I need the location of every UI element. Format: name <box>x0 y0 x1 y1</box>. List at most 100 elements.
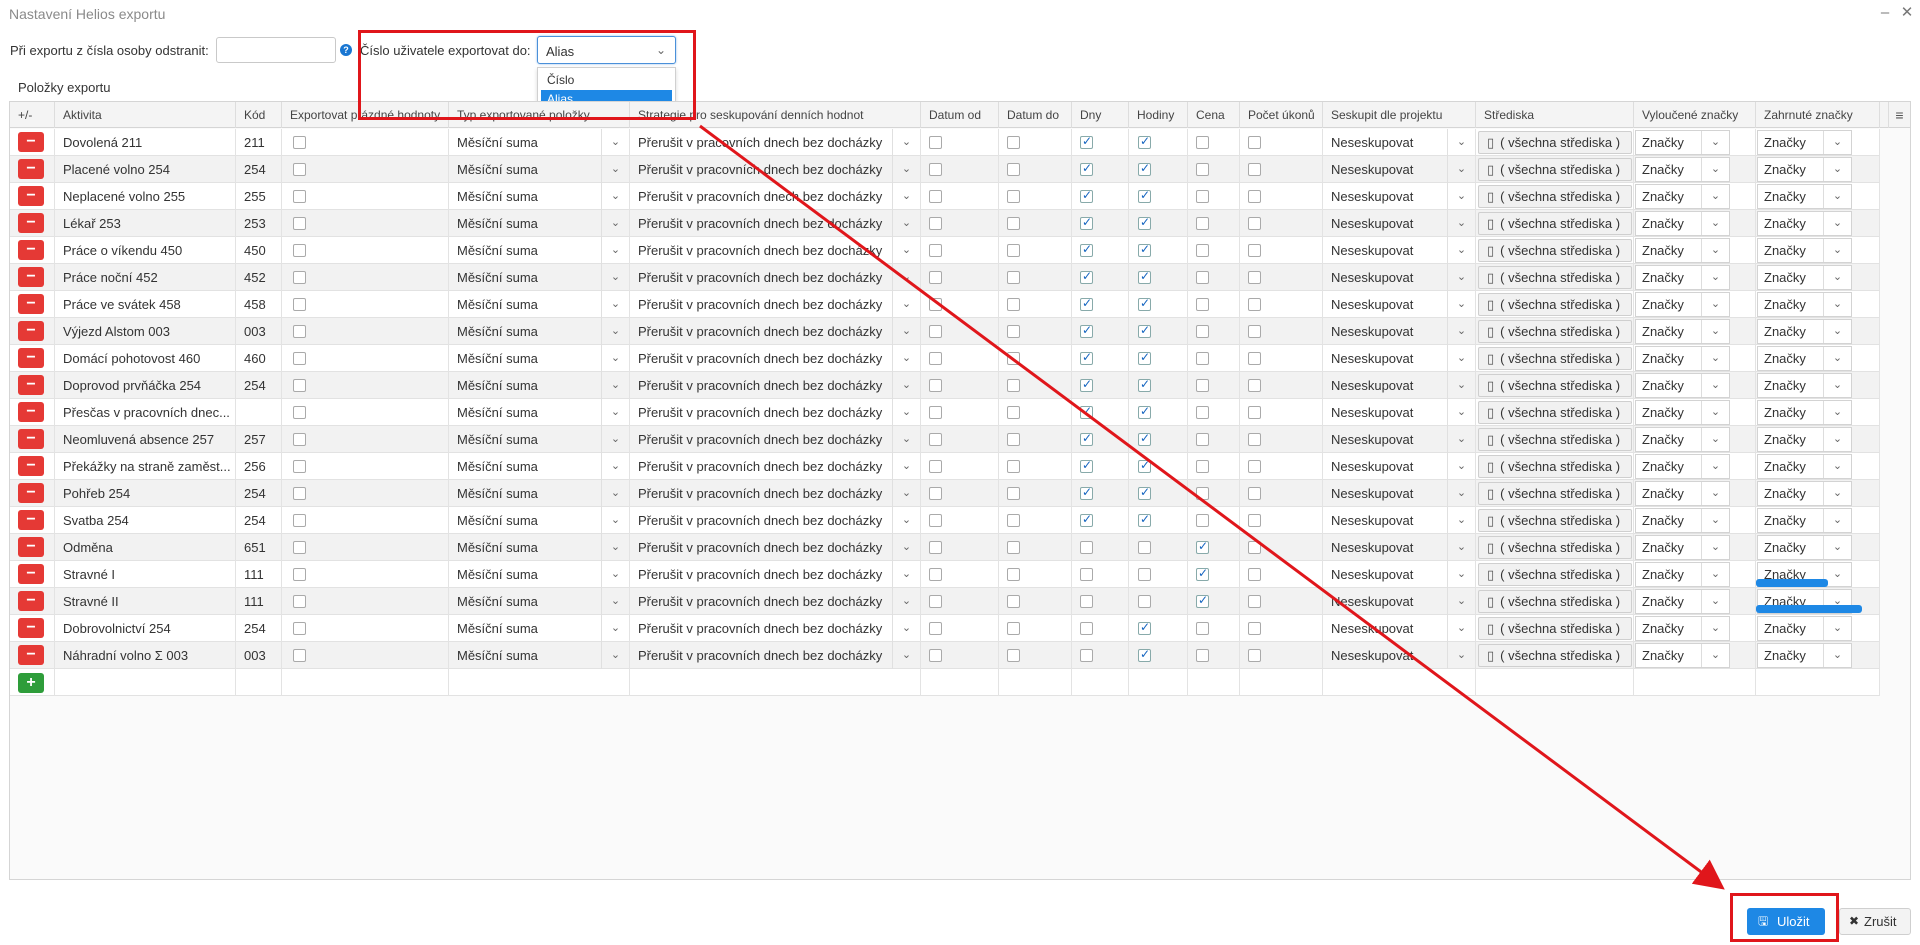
dny-checkbox[interactable] <box>1080 404 1093 419</box>
vyloucene-select[interactable]: Značky ⌄ <box>1635 481 1730 506</box>
delete-row-button[interactable]: − <box>18 375 44 395</box>
help-icon[interactable]: ? <box>340 44 352 56</box>
seskupit-select[interactable]: Neseskupovat ⌄ <box>1323 156 1476 183</box>
dny-checkbox[interactable] <box>1080 296 1093 311</box>
pocet-checkbox[interactable] <box>1248 298 1261 311</box>
delete-row-button[interactable]: − <box>18 159 44 179</box>
kod-cell[interactable]: 003 <box>236 642 282 669</box>
kod-cell[interactable] <box>236 399 282 426</box>
strediska-button[interactable]: ▯( všechna střediska ) <box>1478 563 1632 586</box>
datum-od-checkbox[interactable] <box>929 487 942 500</box>
datum-od-checkbox[interactable] <box>929 460 942 473</box>
dny-checkbox[interactable] <box>1080 188 1093 203</box>
strategie-select[interactable]: Přerušit v pracovních dnech bez docházky… <box>630 642 921 669</box>
datum-do-checkbox[interactable] <box>1007 487 1020 500</box>
seskupit-select[interactable]: Neseskupovat ⌄ <box>1323 480 1476 507</box>
dny-checkbox[interactable] <box>1080 323 1093 338</box>
strediska-button[interactable]: ▯( všechna střediska ) <box>1478 617 1632 640</box>
datum-od-checkbox[interactable] <box>929 433 942 446</box>
pocet-checkbox[interactable] <box>1248 136 1261 149</box>
vyloucene-select[interactable]: Značky ⌄ <box>1635 643 1730 668</box>
pocet-checkbox[interactable] <box>1248 649 1261 662</box>
hodiny-checkbox[interactable] <box>1138 242 1151 257</box>
datum-do-checkbox[interactable] <box>1007 514 1020 527</box>
cena-checkbox[interactable] <box>1196 271 1209 284</box>
pocet-checkbox[interactable] <box>1248 622 1261 635</box>
cena-checkbox[interactable] <box>1196 352 1209 365</box>
cena-checkbox[interactable] <box>1196 622 1209 635</box>
delete-row-button[interactable]: − <box>18 591 44 611</box>
cena-checkbox[interactable] <box>1196 487 1209 500</box>
zahrnute-select[interactable]: Značky ⌄ <box>1757 184 1852 209</box>
dny-checkbox[interactable] <box>1080 622 1093 635</box>
delete-row-button[interactable]: − <box>18 402 44 422</box>
kod-cell[interactable]: 255 <box>236 183 282 210</box>
typ-select[interactable]: Měsíční suma ⌄ <box>449 507 630 534</box>
delete-row-button[interactable]: − <box>18 321 44 341</box>
seskupit-select[interactable]: Neseskupovat ⌄ <box>1323 642 1476 669</box>
col-prazdne[interactable]: Exportovat prázdné hodnoty <box>282 102 449 128</box>
prazdne-checkbox[interactable] <box>293 325 306 338</box>
zahrnute-select[interactable]: Značky ⌄ <box>1757 238 1852 263</box>
col-datum-do[interactable]: Datum do <box>999 102 1072 128</box>
export-user-select[interactable]: Alias ⌄ <box>537 36 676 64</box>
delete-row-button[interactable]: − <box>18 483 44 503</box>
prazdne-checkbox[interactable] <box>293 622 306 635</box>
datum-od-checkbox[interactable] <box>929 163 942 176</box>
col-strategie[interactable]: Strategie pro seskupování denních hodnot <box>630 102 921 128</box>
datum-od-checkbox[interactable] <box>929 217 942 230</box>
hodiny-checkbox[interactable] <box>1138 269 1151 284</box>
datum-od-checkbox[interactable] <box>929 649 942 662</box>
typ-select[interactable]: Měsíční suma ⌄ <box>449 237 630 264</box>
typ-select[interactable]: Měsíční suma ⌄ <box>449 291 630 318</box>
typ-select[interactable]: Měsíční suma ⌄ <box>449 642 630 669</box>
kod-cell[interactable]: 450 <box>236 237 282 264</box>
datum-do-checkbox[interactable] <box>1007 379 1020 392</box>
dny-checkbox[interactable] <box>1080 431 1093 446</box>
datum-do-checkbox[interactable] <box>1007 649 1020 662</box>
aktivita-cell[interactable]: Neomluvená absence 257 <box>55 426 236 453</box>
seskupit-select[interactable]: Neseskupovat ⌄ <box>1323 615 1476 642</box>
vyloucene-select[interactable]: Značky ⌄ <box>1635 319 1730 344</box>
strediska-button[interactable]: ▯( všechna střediska ) <box>1478 509 1632 532</box>
dny-checkbox[interactable] <box>1080 134 1093 149</box>
dny-checkbox[interactable] <box>1080 649 1093 662</box>
typ-select[interactable]: Měsíční suma ⌄ <box>449 480 630 507</box>
hodiny-checkbox[interactable] <box>1138 458 1151 473</box>
pocet-checkbox[interactable] <box>1248 460 1261 473</box>
typ-select[interactable]: Měsíční suma ⌄ <box>449 129 630 156</box>
delete-row-button[interactable]: − <box>18 213 44 233</box>
strediska-button[interactable]: ▯( všechna střediska ) <box>1478 428 1632 451</box>
typ-select[interactable]: Měsíční suma ⌄ <box>449 345 630 372</box>
hodiny-checkbox[interactable] <box>1138 568 1151 581</box>
datum-do-checkbox[interactable] <box>1007 190 1020 203</box>
cancel-button[interactable]: ✖ Zrušit <box>1839 908 1911 935</box>
delete-row-button[interactable]: − <box>18 618 44 638</box>
datum-od-checkbox[interactable] <box>929 244 942 257</box>
seskupit-select[interactable]: Neseskupovat ⌄ <box>1323 372 1476 399</box>
typ-select[interactable]: Měsíční suma ⌄ <box>449 615 630 642</box>
column-menu-icon[interactable]: ≡ <box>1888 102 1910 128</box>
col-aktivita[interactable]: Aktivita <box>55 102 236 128</box>
delete-row-button[interactable]: − <box>18 294 44 314</box>
zahrnute-select[interactable]: Značky ⌄ <box>1757 643 1852 668</box>
strediska-button[interactable]: ▯( všechna střediska ) <box>1478 293 1632 316</box>
datum-od-checkbox[interactable] <box>929 595 942 608</box>
typ-select[interactable]: Měsíční suma ⌄ <box>449 210 630 237</box>
prazdne-checkbox[interactable] <box>293 244 306 257</box>
strediska-button[interactable]: ▯( všechna střediska ) <box>1478 590 1632 613</box>
save-button[interactable]: 🖫 Uložit <box>1747 908 1825 935</box>
prazdne-checkbox[interactable] <box>293 568 306 581</box>
dny-checkbox[interactable] <box>1080 568 1093 581</box>
typ-select[interactable]: Měsíční suma ⌄ <box>449 561 630 588</box>
strategie-select[interactable]: Přerušit v pracovních dnech bez docházky… <box>630 156 921 183</box>
hodiny-checkbox[interactable] <box>1138 377 1151 392</box>
cena-checkbox[interactable] <box>1196 244 1209 257</box>
delete-row-button[interactable]: − <box>18 267 44 287</box>
delete-row-button[interactable]: − <box>18 645 44 665</box>
col-cena[interactable]: Cena <box>1188 102 1240 128</box>
strategie-select[interactable]: Přerušit v pracovních dnech bez docházky… <box>630 291 921 318</box>
strategie-select[interactable]: Přerušit v pracovních dnech bez docházky… <box>630 264 921 291</box>
typ-select[interactable]: Měsíční suma ⌄ <box>449 534 630 561</box>
col-zahrnute[interactable]: Zahrnuté značky <box>1756 102 1880 128</box>
